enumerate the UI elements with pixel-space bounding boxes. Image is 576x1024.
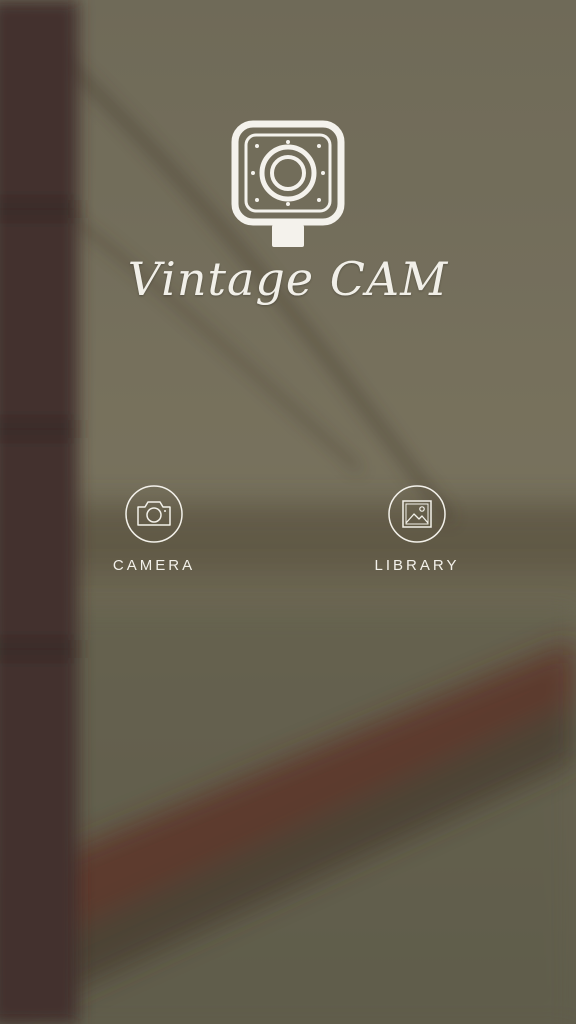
camera-icon [125, 485, 183, 543]
library-button[interactable]: LIBRARY [337, 484, 497, 574]
launch-screen: Vintage CAM CAMERA LIBRARY [0, 0, 576, 1024]
app-title: Vintage CAM [127, 252, 449, 306]
library-label: LIBRARY [374, 557, 460, 574]
camera-button[interactable]: CAMERA [74, 484, 234, 574]
camera-label: CAMERA [112, 557, 196, 574]
vintage-camera-logo-icon [231, 120, 345, 247]
photo-library-icon [388, 485, 446, 543]
